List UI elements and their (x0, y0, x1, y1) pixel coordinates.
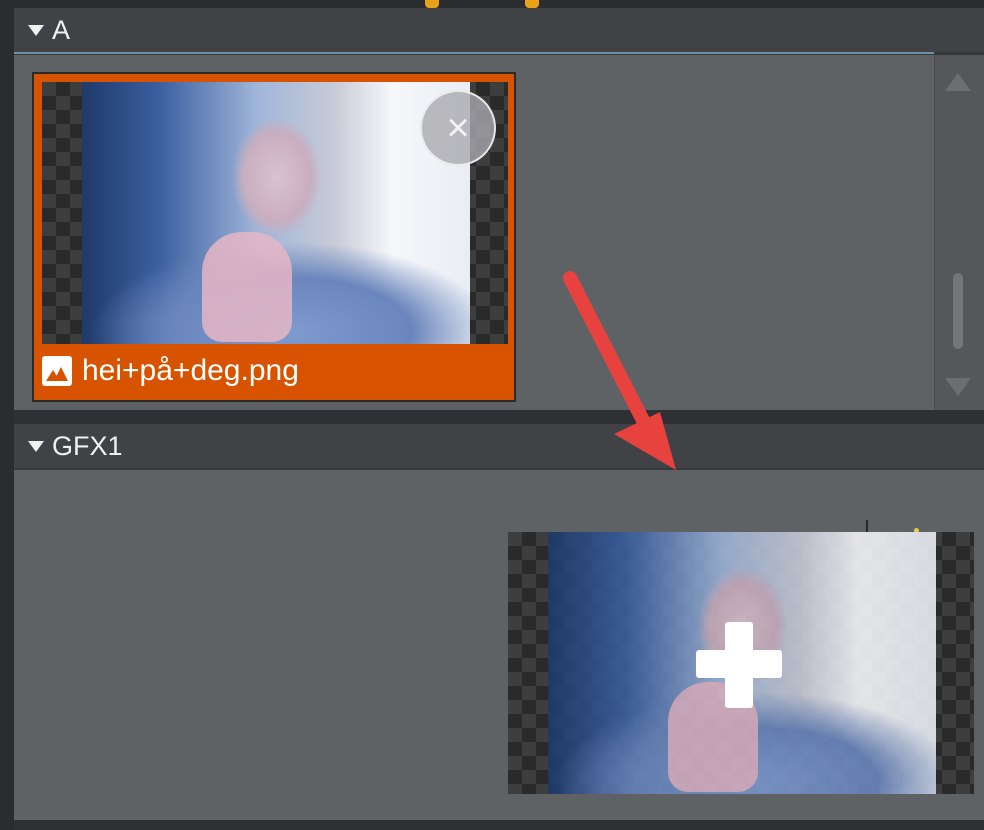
thumbnail-image-detail (202, 232, 292, 342)
section-divider (14, 410, 984, 424)
close-icon[interactable]: × (420, 90, 496, 166)
section-title-a: A (52, 14, 71, 45)
media-card[interactable]: × hei+på+deg.png (32, 72, 516, 402)
scroll-up-arrow-icon[interactable] (945, 73, 971, 91)
top-strip (0, 0, 984, 8)
top-accent-mark (425, 0, 439, 8)
scroll-down-arrow-icon[interactable] (945, 378, 971, 396)
media-thumbnail[interactable]: × (42, 82, 508, 344)
app-root: A × hei+på+deg.png GFX1 (0, 0, 984, 830)
image-icon (42, 356, 72, 386)
header-underline (14, 52, 934, 54)
plus-icon (696, 622, 782, 708)
section-header-a[interactable]: A (14, 8, 984, 52)
bottom-strip (14, 820, 984, 830)
section-title-gfx1: GFX1 (52, 430, 123, 461)
collapse-triangle-icon[interactable] (28, 440, 44, 452)
left-rail (0, 8, 14, 830)
section-header-gfx1[interactable]: GFX1 (14, 424, 984, 468)
collapse-triangle-icon[interactable] (28, 24, 44, 36)
scroll-thumb[interactable] (953, 273, 963, 349)
media-filename: hei+på+deg.png (82, 354, 299, 387)
card-footer: hei+på+deg.png (42, 348, 508, 394)
thumbnail-image (82, 82, 470, 344)
top-accent-mark (525, 0, 539, 8)
vertical-scrollbar[interactable] (934, 55, 984, 410)
